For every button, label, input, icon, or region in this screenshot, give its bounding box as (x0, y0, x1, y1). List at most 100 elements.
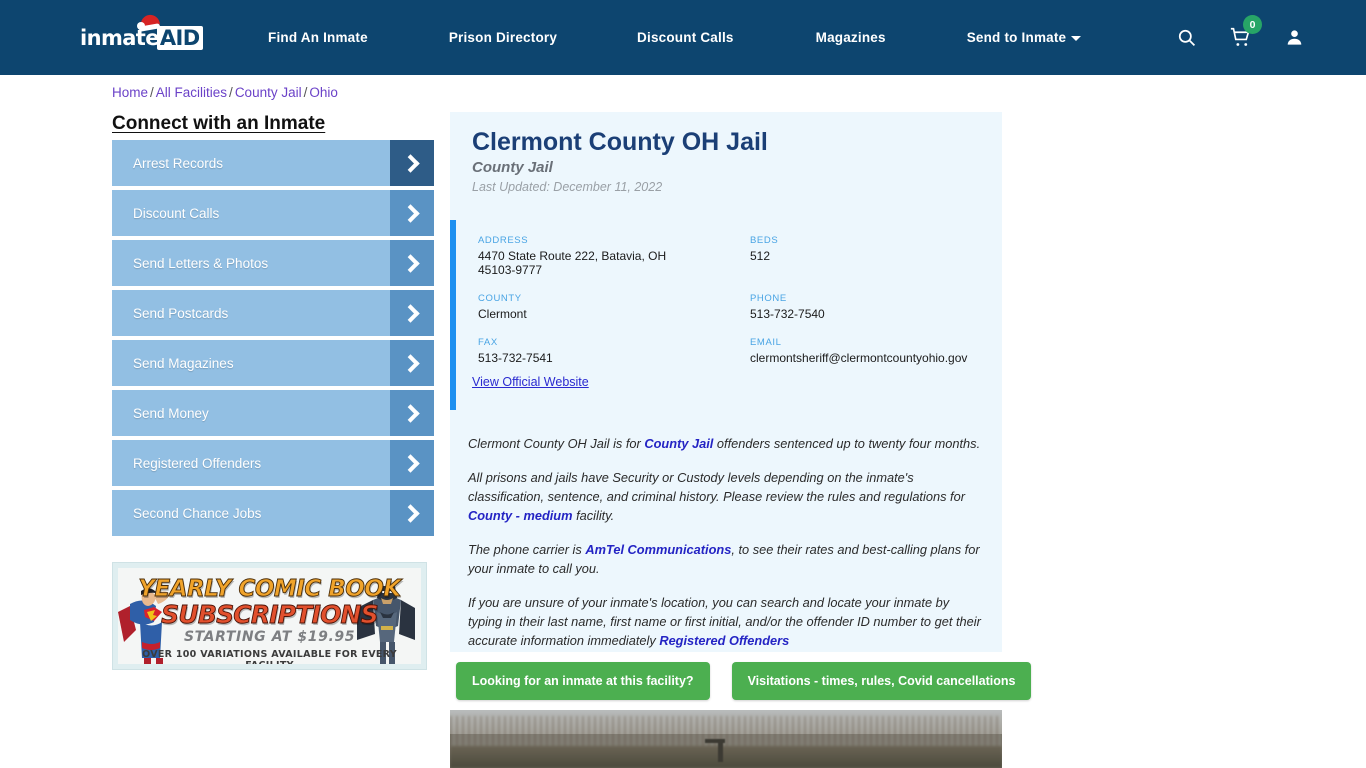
breadcrumb-item-home[interactable]: Home (112, 85, 148, 100)
facility-type-subtitle: County Jail (472, 159, 553, 176)
sidebar-item-label: Arrest Records (133, 155, 224, 171)
chevron-right-icon (390, 440, 434, 486)
search-icon[interactable] (1177, 28, 1196, 47)
find-inmate-button[interactable]: Looking for an inmate at this facility? (456, 662, 710, 700)
link-registered-offenders[interactable]: Registered Offenders (659, 633, 789, 648)
user-icon[interactable] (1285, 28, 1304, 47)
view-official-website-link[interactable]: View Official Website (472, 375, 589, 389)
description-paragraph-2: All prisons and jails have Security or C… (468, 468, 986, 525)
sidebar-menu: Arrest Records Discount Calls Send Lette… (112, 140, 434, 540)
detail-value: 512 (750, 249, 771, 263)
detail-value: 513-732-7540 (750, 307, 825, 321)
sidebar-item-label: Second Chance Jobs (133, 505, 262, 521)
link-amtel-communications[interactable]: AmTel Communications (585, 542, 731, 557)
detail-fax: FAX 513-732-7541 (478, 337, 750, 365)
detail-value: 513-732-7541 (478, 351, 553, 365)
facility-photo (450, 710, 1002, 768)
desc-text: All prisons and jails have Security or C… (468, 470, 965, 504)
detail-label: EMAIL (750, 337, 782, 348)
top-navigation-bar: inmateAID Find An Inmate Prison Director… (0, 0, 1366, 75)
desc-text: offenders sentenced up to twenty four mo… (713, 436, 981, 451)
breadcrumb-item-all-facilities[interactable]: All Facilities (156, 85, 227, 100)
detail-beds: BEDS 512 (750, 235, 988, 277)
link-county-medium[interactable]: County - medium (468, 508, 573, 523)
sidebar-item-label: Send Money (133, 405, 209, 421)
desc-text: facility. (572, 508, 615, 523)
chevron-right-icon (390, 490, 434, 536)
breadcrumb: Home / All Facilities / County Jail / Ohio (112, 85, 338, 100)
chevron-down-icon (1071, 35, 1082, 41)
detail-label: FAX (478, 337, 498, 348)
sidebar-item-registered-offenders[interactable]: Registered Offenders (112, 440, 434, 486)
breadcrumb-item-ohio[interactable]: Ohio (309, 85, 338, 100)
detail-address: ADDRESS 4470 State Route 222, Batavia, O… (478, 235, 750, 277)
chevron-right-icon (390, 290, 434, 336)
detail-county: COUNTY Clermont (478, 293, 750, 321)
photo-sign-post (718, 740, 723, 762)
sidebar-item-label: Send Postcards (133, 305, 229, 321)
cart-icon[interactable]: 0 (1230, 15, 1262, 48)
desc-text: The phone carrier is (468, 542, 586, 557)
visitations-button[interactable]: Visitations - times, rules, Covid cancel… (731, 662, 1032, 700)
ad-headline-line1: YEARLY COMIC BOOK (138, 576, 402, 603)
logo-text-aid: AID (156, 26, 203, 50)
breadcrumb-item-county-jail[interactable]: County Jail (235, 85, 302, 100)
breadcrumb-separator: / (303, 85, 308, 100)
chevron-right-icon (390, 190, 434, 236)
detail-phone: PHONE 513-732-7540 (750, 293, 988, 321)
site-logo[interactable]: inmateAID (80, 12, 203, 54)
ad-headline-line2: SUBSCRIPTIONS (161, 600, 379, 630)
action-button-row: Looking for an inmate at this facility? … (456, 662, 1032, 700)
facility-info-panel: Clermont County OH Jail County Jail Last… (450, 112, 1002, 652)
nav-item-magazines[interactable]: Magazines (816, 30, 886, 45)
sidebar-item-second-chance-jobs[interactable]: Second Chance Jobs (112, 490, 434, 536)
sidebar-heading: Connect with an Inmate (112, 113, 326, 134)
description-paragraph-1: Clermont County OH Jail is for County Ja… (468, 434, 986, 453)
sidebar-item-label: Send Magazines (133, 355, 234, 371)
detail-email: EMAIL clermontsheriff@clermontcountyohio… (750, 337, 988, 365)
last-updated-text: Last Updated: December 11, 2022 (472, 180, 663, 194)
breadcrumb-separator: / (229, 85, 233, 100)
chevron-right-icon (390, 140, 434, 186)
nav-item-send-to-inmate[interactable]: Send to Inmate (967, 30, 1082, 45)
facility-description: Clermont County OH Jail is for County Ja… (468, 434, 986, 665)
cart-count-badge: 0 (1243, 15, 1262, 34)
detail-value: 4470 State Route 222, Batavia, OH 45103-… (478, 249, 667, 277)
detail-label: ADDRESS (478, 235, 529, 246)
sidebar-item-send-magazines[interactable]: Send Magazines (112, 340, 434, 386)
chevron-right-icon (390, 390, 434, 436)
sidebar-item-discount-calls[interactable]: Discount Calls (112, 190, 434, 236)
link-county-jail[interactable]: County Jail (644, 436, 713, 451)
nav-item-find-an-inmate[interactable]: Find An Inmate (268, 30, 368, 45)
facility-details-grid: ADDRESS 4470 State Route 222, Batavia, O… (478, 235, 988, 365)
breadcrumb-separator: / (150, 85, 154, 100)
chevron-right-icon (390, 240, 434, 286)
sidebar-item-send-letters-photos[interactable]: Send Letters & Photos (112, 240, 434, 286)
ad-price-line: STARTING AT $19.95 (183, 629, 356, 645)
santa-hat-icon (137, 12, 163, 34)
page-title: Clermont County OH Jail (472, 128, 768, 156)
primary-nav-links: Find An Inmate Prison Directory Discount… (268, 0, 1082, 75)
sidebar-item-send-money[interactable]: Send Money (112, 390, 434, 436)
sidebar-item-label: Send Letters & Photos (133, 255, 269, 271)
description-paragraph-4: If you are unsure of your inmate's locat… (468, 593, 986, 650)
ad-subtext-line: OVER 100 VARIATIONS AVAILABLE FOR EVERY … (142, 649, 397, 664)
sidebar-item-arrest-records[interactable]: Arrest Records (112, 140, 434, 186)
nav-item-prison-directory[interactable]: Prison Directory (449, 30, 557, 45)
detail-value: Clermont (478, 307, 527, 321)
detail-value: clermontsheriff@clermontcountyohio.gov (750, 351, 968, 365)
sidebar-item-label: Discount Calls (133, 205, 220, 221)
ad-inner: YEARLY COMIC BOOK SUBSCRIPTIONS STARTING… (118, 568, 421, 664)
comic-book-subscription-ad[interactable]: YEARLY COMIC BOOK SUBSCRIPTIONS STARTING… (112, 562, 427, 670)
nav-item-send-to-inmate-label: Send to Inmate (966, 30, 1067, 45)
sidebar-item-label: Registered Offenders (133, 455, 262, 471)
desc-text: Clermont County OH Jail is for (468, 436, 645, 451)
photo-ground (450, 746, 1002, 768)
nav-icon-group: 0 (1177, 0, 1304, 75)
detail-label: COUNTY (478, 293, 522, 304)
detail-label: PHONE (750, 293, 787, 304)
sidebar-item-send-postcards[interactable]: Send Postcards (112, 290, 434, 336)
nav-item-discount-calls[interactable]: Discount Calls (637, 30, 734, 45)
chevron-right-icon (390, 340, 434, 386)
description-paragraph-3: The phone carrier is AmTel Communication… (468, 540, 986, 578)
